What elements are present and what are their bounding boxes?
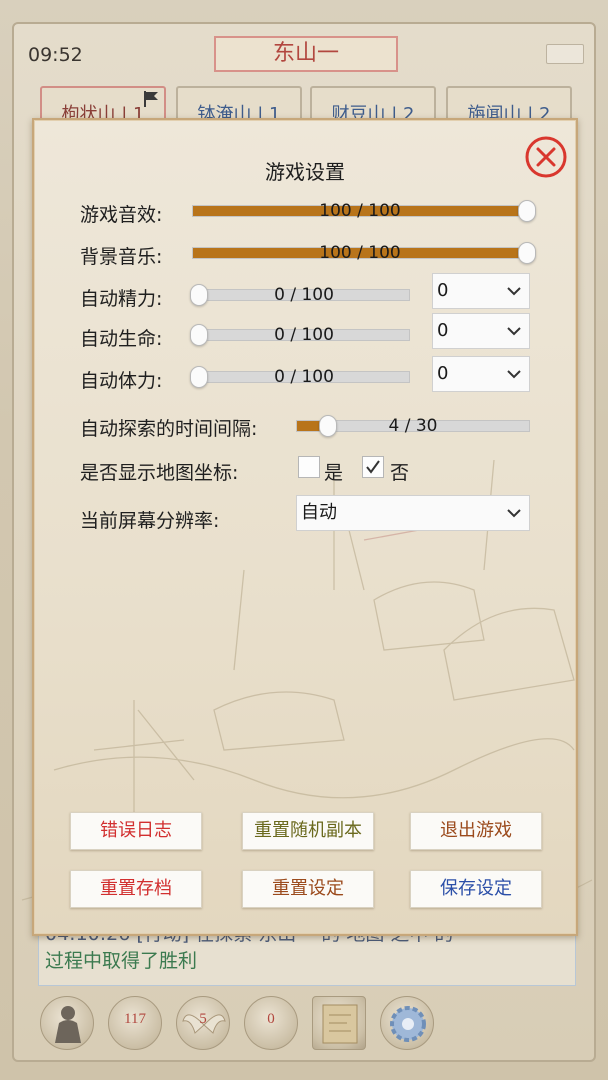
slider-handle[interactable] xyxy=(518,200,536,222)
slider-handle[interactable] xyxy=(518,242,536,264)
explore-interval-slider[interactable]: 4 / 30 xyxy=(296,415,530,437)
slider-value: 100 / 100 xyxy=(319,243,401,263)
count-badge: 117 xyxy=(124,1011,146,1027)
count-badge: 0 xyxy=(267,1011,275,1027)
reset-save-button[interactable]: 重置存档 xyxy=(70,870,202,908)
chevron-down-icon xyxy=(507,509,521,518)
auto-energy-slider[interactable]: 0 / 100 xyxy=(190,284,410,306)
settings-dialog: 游戏设置 游戏音效: 100 / 100 背景音乐: 100 / 100 自动精… xyxy=(32,118,578,936)
location-title[interactable]: 东山一 xyxy=(214,36,398,72)
map-coords-label: 是否显示地图坐标: xyxy=(80,462,239,484)
close-icon[interactable] xyxy=(522,134,570,180)
save-settings-button[interactable]: 保存设定 xyxy=(410,870,542,908)
exit-game-button[interactable]: 退出游戏 xyxy=(410,812,542,850)
map-coords-yes-label: 是 xyxy=(324,462,344,484)
dialog-title: 游戏设置 xyxy=(265,160,345,184)
select-value: 自动 xyxy=(301,502,337,523)
sound-effects-slider[interactable]: 100 / 100 xyxy=(192,200,536,222)
map-coords-no-label: 否 xyxy=(390,462,410,484)
slider-value: 0 / 100 xyxy=(274,367,334,387)
select-value: 0 xyxy=(437,280,449,301)
event-log[interactable]: 04:10:26 [行动] 在探索 东山一 的 地图 之中 的 过程中取得了胜利 xyxy=(38,930,576,986)
map-icon[interactable] xyxy=(312,996,366,1050)
character-icon[interactable] xyxy=(40,996,94,1050)
select-value: 0 xyxy=(437,363,449,384)
count-badge: 5 xyxy=(199,1011,207,1027)
slider-handle[interactable] xyxy=(318,415,337,437)
reset-settings-button[interactable]: 重置设定 xyxy=(242,870,374,908)
error-log-button[interactable]: 错误日志 xyxy=(70,812,202,850)
auto-energy-label: 自动精力: xyxy=(80,288,163,310)
auto-stamina-label: 自动体力: xyxy=(80,370,163,392)
map-coords-no-checkbox[interactable] xyxy=(362,456,384,478)
auto-life-select[interactable]: 0 xyxy=(432,313,530,349)
wings-icon[interactable]: 5 xyxy=(176,996,230,1050)
auto-life-label: 自动生命: xyxy=(80,328,163,350)
bgm-label: 背景音乐: xyxy=(80,246,163,268)
select-value: 0 xyxy=(437,320,449,341)
chevron-down-icon xyxy=(507,287,521,296)
menu-toggle-button[interactable] xyxy=(546,44,584,64)
checkmark-icon xyxy=(366,460,380,474)
slider-value: 0 / 100 xyxy=(274,325,334,345)
auto-life-slider[interactable]: 0 / 100 xyxy=(190,324,410,346)
explore-interval-label: 自动探索的时间间隔: xyxy=(80,418,258,440)
resolution-label: 当前屏幕分辨率: xyxy=(80,510,220,532)
slider-value: 100 / 100 xyxy=(319,201,401,221)
chevron-down-icon xyxy=(507,370,521,379)
bottom-action-bar: 117 5 0 xyxy=(40,996,440,1052)
gear-icon[interactable] xyxy=(380,996,434,1050)
map-coords-yes-checkbox[interactable] xyxy=(298,456,320,478)
slider-handle[interactable] xyxy=(190,366,208,388)
potion-icon[interactable]: 0 xyxy=(244,996,298,1050)
clock: 09:52 xyxy=(28,44,83,66)
auto-stamina-slider[interactable]: 0 / 100 xyxy=(190,366,410,388)
slider-handle[interactable] xyxy=(190,284,208,306)
auto-stamina-select[interactable]: 0 xyxy=(432,356,530,392)
flag-icon xyxy=(144,91,158,107)
reset-dungeon-button[interactable]: 重置随机副本 xyxy=(242,812,374,850)
sound-effects-label: 游戏音效: xyxy=(80,204,163,226)
chevron-down-icon xyxy=(507,327,521,336)
auto-energy-select[interactable]: 0 xyxy=(432,273,530,309)
log-line: 过程中取得了胜利 xyxy=(45,950,198,972)
slider-value: 0 / 100 xyxy=(274,285,334,305)
scroll-seal-icon[interactable]: 117 xyxy=(108,996,162,1050)
bgm-slider[interactable]: 100 / 100 xyxy=(192,242,536,264)
resolution-select[interactable]: 自动 xyxy=(296,495,530,531)
slider-handle[interactable] xyxy=(190,324,208,346)
